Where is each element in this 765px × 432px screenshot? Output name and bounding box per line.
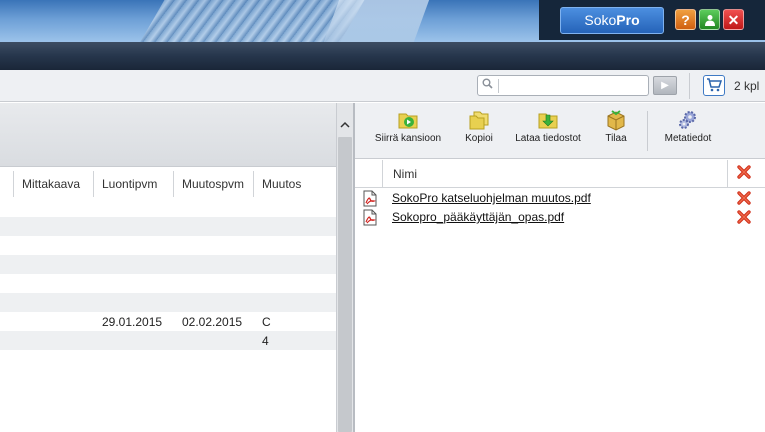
file-row[interactable]: SokoPro katseluohjelman muutos.pdf [355,189,765,208]
delete-icon [737,210,751,224]
table-cell-luontipvm: 29.01.2015 [102,315,163,329]
search-separator [498,79,499,93]
banner-building-image-2 [320,0,430,42]
document-list-pane: Mittakaava Luontipvm Muutospvm Muutos 29… [0,103,336,432]
table-cell-muutospvm: 02.02.2015 [182,315,243,329]
top-toolbar: ▶ 2 kpl [0,70,765,102]
delete-column-divider [727,160,728,188]
copy-folder-icon [469,111,489,130]
user-button[interactable] [699,9,720,30]
column-header-partial[interactable] [0,171,14,197]
copy-button[interactable]: Kopioi [461,109,497,144]
toolbar-divider [689,73,690,99]
scroll-up-icon[interactable] [337,117,353,131]
table-row[interactable] [0,198,336,217]
delete-file-button[interactable] [736,209,752,228]
table-row[interactable] [0,293,336,312]
gears-icon [679,111,696,129]
search-input[interactable] [502,78,644,93]
search-go-button[interactable]: ▶ [653,76,677,95]
table-body: 29.01.2015 02.02.2015 C 4 [0,198,336,350]
navigation-bar [0,42,765,70]
download-files-button[interactable]: Lataa tiedostot [513,109,583,144]
table-row[interactable]: 29.01.2015 02.02.2015 C [0,312,336,331]
list-scrollbar[interactable] [336,103,353,432]
delete-all-button[interactable] [736,164,752,183]
column-header-muutos[interactable]: Muutos [254,171,336,197]
table-row[interactable] [0,255,336,274]
file-list-header: Nimi [355,160,765,188]
search-icon [482,78,493,92]
basket-actions-toolbar: Siirrä kansioon Kopioi Lataa tiedostot T… [355,103,765,159]
pdf-file-icon [362,190,378,210]
logo-bold-text: Pro [616,12,640,28]
column-header-mittakaava[interactable]: Mittakaava [14,171,94,197]
column-header-luontipvm[interactable]: Luontipvm [94,171,174,197]
scrollbar-thumb[interactable] [338,137,352,432]
actions-divider [647,111,648,151]
table-cell-muutos: 4 [262,334,269,348]
package-icon [607,110,625,131]
file-icon-column [355,160,383,188]
pdf-file-icon [362,209,378,229]
logo-text: Soko [584,12,617,28]
file-link[interactable]: Sokopro_pääkäyttäjän_opas.pdf [392,210,564,224]
table-row[interactable] [0,236,336,255]
order-label: Tilaa [605,133,627,144]
cart-count: 2 kpl [734,79,760,93]
download-folder-icon [538,113,558,129]
logo-panel: SokoPro ? ✕ [539,0,765,40]
header-banner: SokoPro ? ✕ [0,0,765,42]
delete-all-icon [737,165,751,179]
table-cell-muutos: C [262,315,271,329]
metadata-button[interactable]: Metatiedot [663,109,713,144]
file-link[interactable]: SokoPro katseluohjelman muutos.pdf [392,191,591,205]
help-button[interactable]: ? [675,9,696,30]
copy-label: Kopioi [465,133,493,144]
table-row[interactable]: 4 [0,331,336,350]
column-header-muutospvm[interactable]: Muutospvm [174,171,254,197]
move-to-folder-label: Siirrä kansioon [374,133,442,144]
move-to-folder-button[interactable]: Siirrä kansioon [374,109,442,144]
search-box [477,75,649,96]
delete-icon [737,191,751,205]
column-header-name[interactable]: Nimi [393,167,417,181]
list-header-band [0,103,336,167]
table-row[interactable] [0,274,336,293]
close-button[interactable]: ✕ [723,9,744,30]
cart-button[interactable] [703,75,725,96]
folder-move-icon [398,113,418,129]
user-icon [704,15,715,26]
order-button[interactable]: Tilaa [603,109,629,144]
delete-file-button[interactable] [736,190,752,209]
basket-pane: Siirrä kansioon Kopioi Lataa tiedostot T… [355,103,765,432]
cart-icon [707,78,723,92]
metadata-label: Metatiedot [664,133,712,144]
file-row[interactable]: Sokopro_pääkäyttäjän_opas.pdf [355,208,765,227]
sokopro-logo-button[interactable]: SokoPro [560,7,664,34]
table-row[interactable] [0,217,336,236]
download-files-label: Lataa tiedostot [515,133,581,144]
column-headers: Mittakaava Luontipvm Muutospvm Muutos [0,171,336,197]
